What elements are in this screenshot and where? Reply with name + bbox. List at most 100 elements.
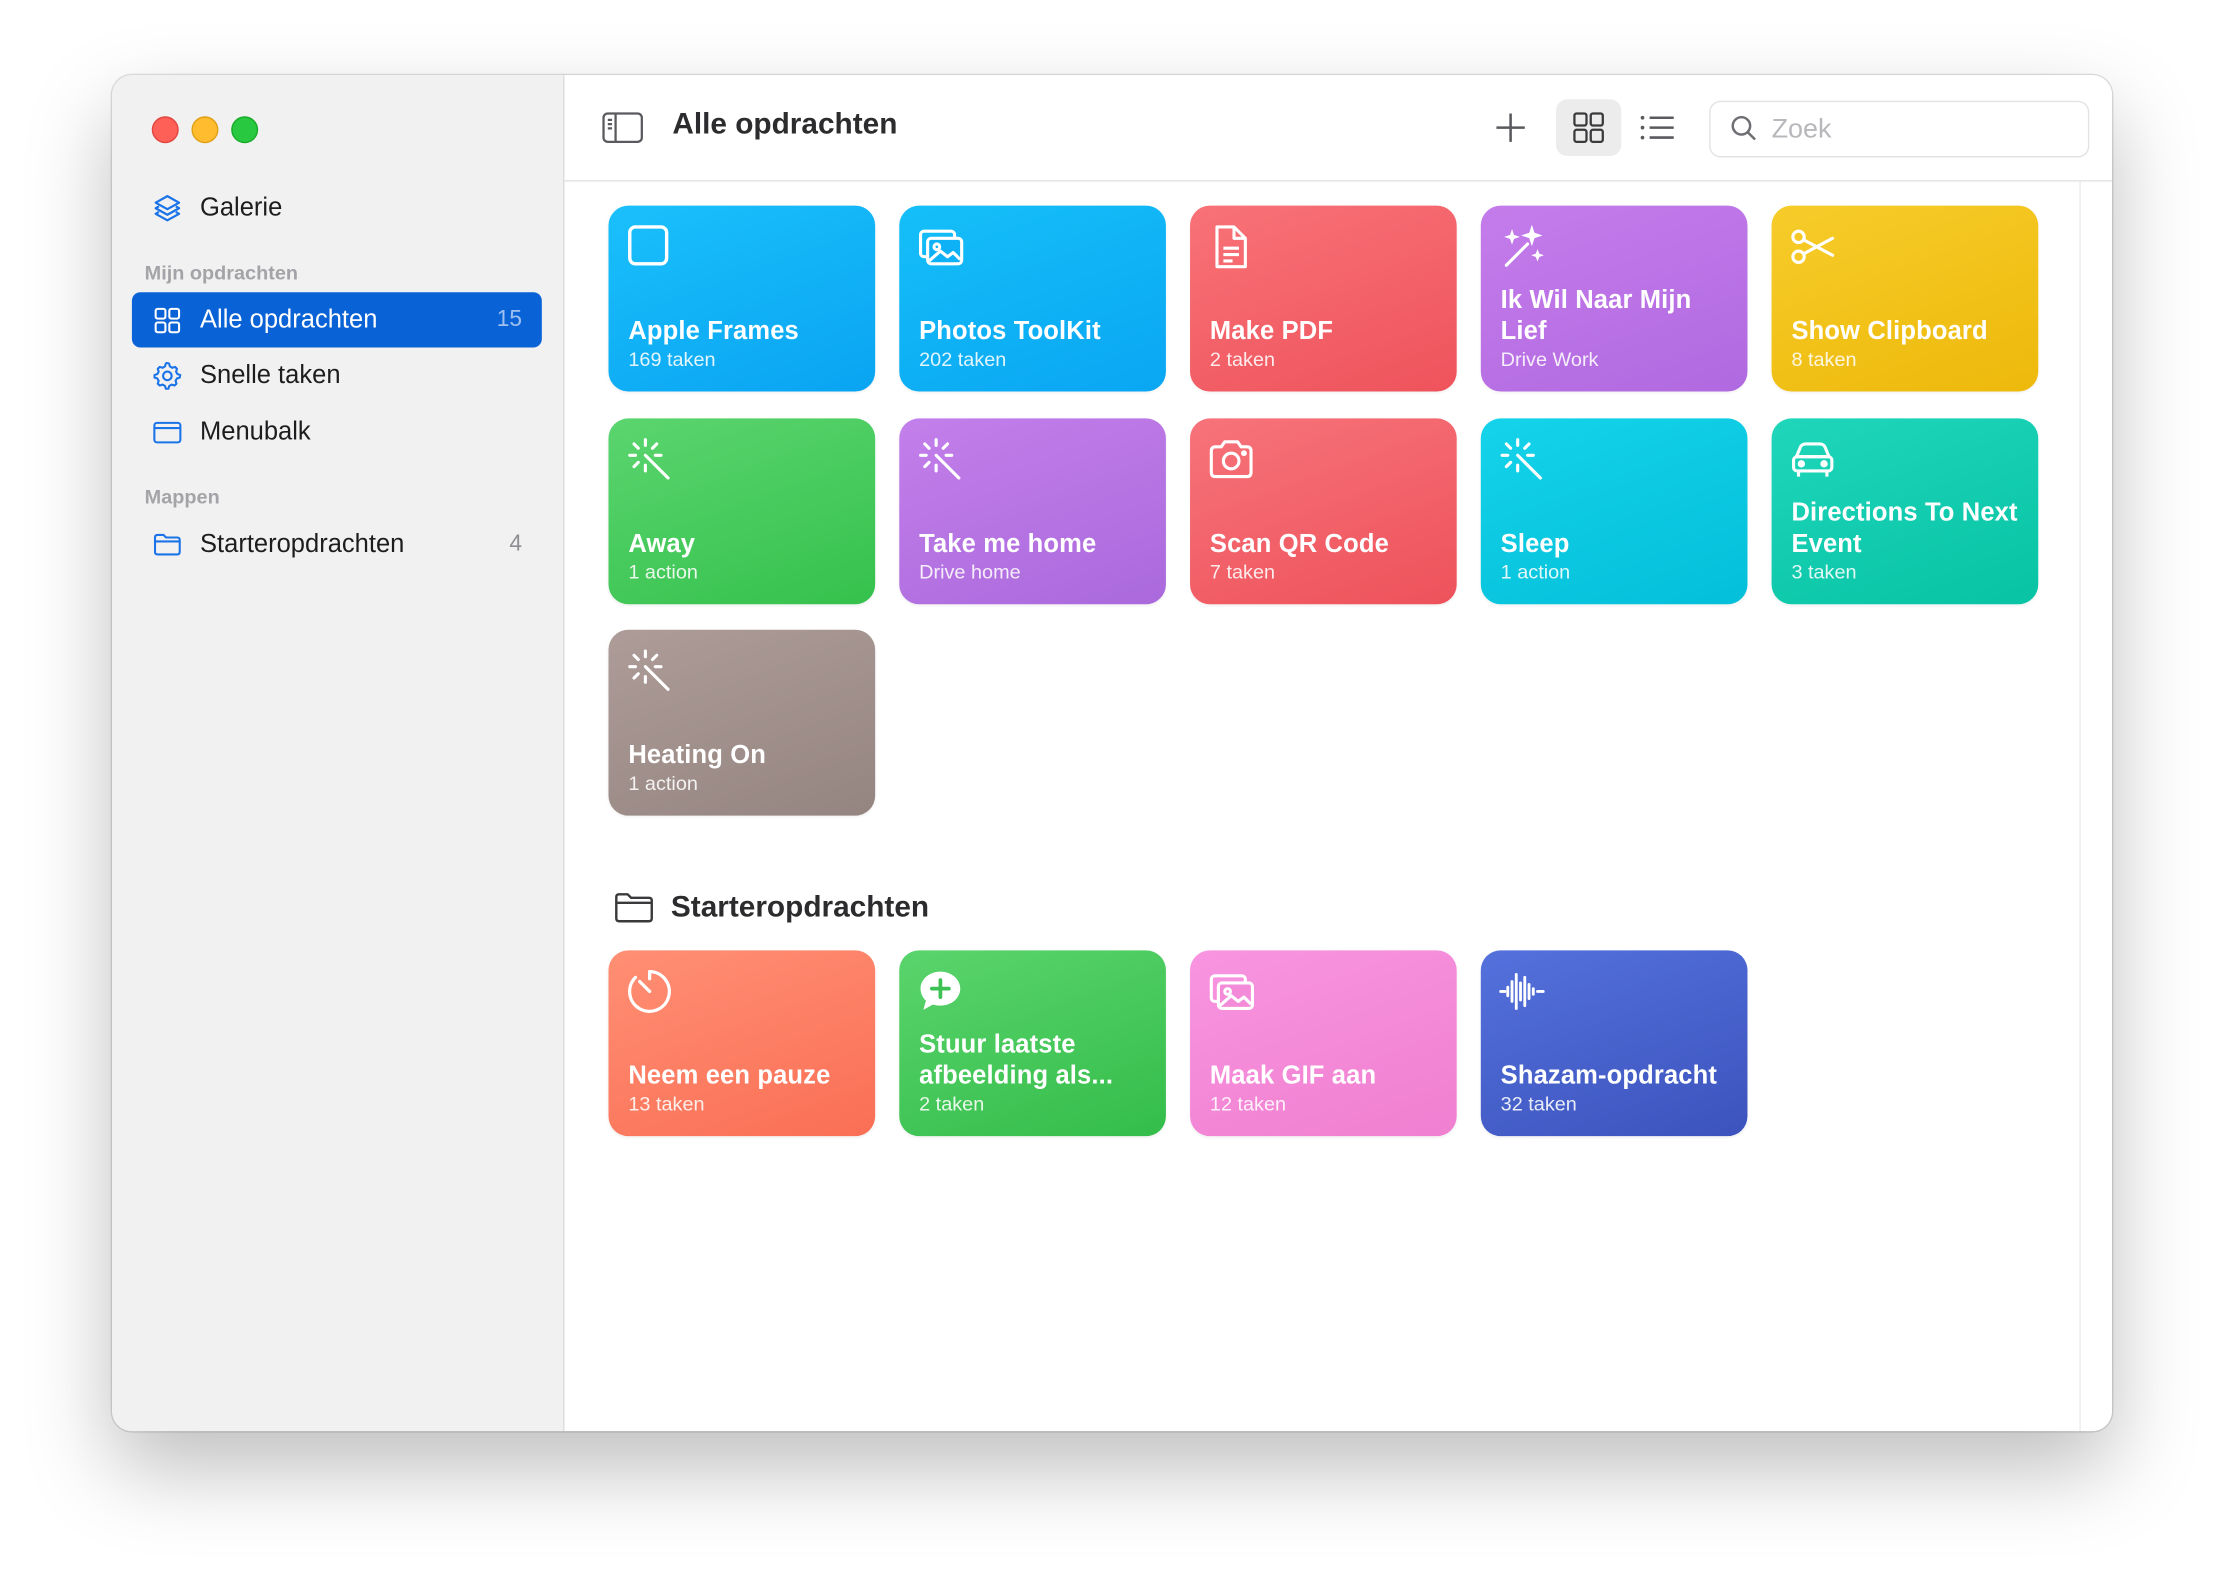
tile-subtitle: 2 taken <box>1209 347 1276 371</box>
magic-wand-icon <box>626 435 674 483</box>
sidebar-item-label: Galerie <box>199 192 283 222</box>
tile-subtitle: 1 action <box>628 771 698 795</box>
timer-icon <box>626 967 674 1015</box>
tile-title: Heating On <box>628 740 766 769</box>
list-view-button[interactable] <box>1633 104 1681 152</box>
tile-title: Maak GIF aan <box>1209 1060 1377 1090</box>
search-icon <box>1731 115 1756 141</box>
shortcut-tile-away[interactable]: Away 1 action <box>608 418 876 605</box>
tile-subtitle: 12 taken <box>1209 1092 1287 1115</box>
tile-subtitle: 13 taken <box>628 1092 705 1115</box>
zoom-window-button[interactable] <box>231 116 259 144</box>
tile-subtitle: 1 action <box>1500 560 1571 583</box>
tile-title: Shazam-opdracht <box>1500 1060 1718 1090</box>
shortcut-tile-show-clipboard[interactable]: Show Clipboard 8 taken <box>1771 205 2039 392</box>
sidebar-item-label: Starteropdrachten <box>199 529 405 558</box>
shortcut-tile-ik-wil-naar-mijn-lief[interactable]: Ik Wil Naar Mijn Lief Drive Work <box>1480 205 1748 392</box>
sidebar-item-count: 15 <box>496 307 522 332</box>
shortcuts-window: Galerie Mijn opdrachten Alle opdrachten … <box>112 75 2112 1432</box>
shortcut-tile-neem-een-pauze[interactable]: Neem een pauze 13 taken <box>608 950 876 1137</box>
shortcut-tile-sleep[interactable]: Sleep 1 action <box>1480 418 1748 605</box>
camera-icon <box>1207 435 1255 483</box>
stage: Galerie Mijn opdrachten Alle opdrachten … <box>0 0 2224 1580</box>
tile-subtitle: 1 action <box>628 560 698 583</box>
magic-wand-icon <box>916 435 964 483</box>
sparkles-icon <box>1498 223 1546 271</box>
sidebar-item-folder-starter[interactable]: Starteropdrachten 4 <box>132 516 542 571</box>
sidebar: Galerie Mijn opdrachten Alle opdrachten … <box>112 75 565 1432</box>
close-window-button[interactable] <box>151 116 179 144</box>
tile-title: Scan QR Code <box>1209 529 1389 558</box>
folder-icon <box>152 528 183 559</box>
photos-icon <box>916 223 964 271</box>
sidebar-item-quick-actions[interactable]: Snelle taken <box>132 348 542 403</box>
car-icon <box>1789 435 1837 483</box>
tile-title: Take me home <box>919 529 1097 558</box>
tile-subtitle: Drive home <box>919 560 1021 583</box>
sidebar-item-label: Snelle taken <box>199 360 341 389</box>
tile-title: Stuur laatste afbeelding als... <box>919 1029 1114 1090</box>
sidebar-item-count: 4 <box>509 531 522 556</box>
tile-title: Photos ToolKit <box>919 316 1101 345</box>
tile-title: Show Clipboard <box>1791 316 1988 345</box>
grid-icon <box>152 304 183 335</box>
tile-title: Ik Wil Naar Mijn Lief <box>1500 285 1692 345</box>
shortcut-tile-shazam-opdracht[interactable]: Shazam-opdracht 32 taken <box>1480 950 1748 1137</box>
minimize-window-button[interactable] <box>191 116 219 144</box>
tile-title: Apple Frames <box>628 316 799 345</box>
sidebar-item-label: Menubalk <box>199 417 311 446</box>
tile-title: Make PDF <box>1209 316 1334 345</box>
shortcut-tile-maak-gif-aan[interactable]: Maak GIF aan 12 taken <box>1190 950 1457 1137</box>
sidebar-item-menu-bar[interactable]: Menubalk <box>132 404 542 459</box>
scissors-icon <box>1789 223 1837 271</box>
tile-subtitle: 2 taken <box>919 1092 985 1115</box>
tile-subtitle: 169 taken <box>628 347 716 371</box>
shortcut-tile-stuur-laatste-afbeelding[interactable]: Stuur laatste afbeelding als... 2 taken <box>899 950 1166 1137</box>
folder-section-heading: Starteropdrachten <box>614 888 929 928</box>
gallery-layers-icon <box>152 192 183 223</box>
sidebar-item-all-shortcuts[interactable]: Alle opdrachten 15 <box>131 292 542 348</box>
shortcut-tile-heating-on[interactable]: Heating On 1 action <box>608 629 876 816</box>
tile-subtitle: Drive Work <box>1500 347 1599 371</box>
tile-subtitle: 8 taken <box>1791 347 1857 371</box>
main-content: Alle opdrachten Zoek Apple Frames 169 ta… <box>564 75 2112 1432</box>
scroll-track <box>2079 181 2081 1432</box>
shortcut-tile-directions-to-next-event[interactable]: Directions To Next Event 3 taken <box>1771 418 2039 605</box>
search-field[interactable] <box>1709 100 2090 159</box>
list-view-icon <box>1640 115 1674 140</box>
tile-title: Neem een pauze <box>628 1060 831 1090</box>
sidebar-item-gallery[interactable]: Galerie <box>132 180 542 235</box>
tile-title: Directions To Next Event <box>1791 497 2018 558</box>
tile-title: Away <box>628 529 696 558</box>
sidebar-toggle-icon <box>602 112 643 143</box>
shortcut-tile-scan-qr-code[interactable]: Scan QR Code 7 taken <box>1190 418 1457 605</box>
tile-subtitle: 202 taken <box>919 347 1007 371</box>
search-input[interactable] <box>1768 102 2073 159</box>
add-shortcut-button[interactable] <box>1489 106 1532 149</box>
grid-view-button[interactable] <box>1555 99 1622 157</box>
section-header-folders: Mappen <box>144 485 220 508</box>
shortcut-tile-take-me-home[interactable]: Take me home Drive home <box>899 418 1166 605</box>
document-icon <box>1207 223 1255 271</box>
sidebar-item-label: Alle opdrachten <box>199 304 378 334</box>
tile-title: Sleep <box>1500 529 1570 558</box>
menu-bar-icon <box>152 416 183 447</box>
tile-subtitle: 3 taken <box>1791 560 1857 583</box>
page-title: Alle opdrachten <box>672 107 898 141</box>
tile-subtitle: 7 taken <box>1209 560 1276 583</box>
shortcut-tile-apple-frames[interactable]: Apple Frames 169 taken <box>608 205 876 392</box>
toolbar: Alle opdrachten <box>564 75 2112 182</box>
section-header-my-shortcuts: Mijn opdrachten <box>144 260 299 284</box>
tile-subtitle: 32 taken <box>1500 1092 1577 1115</box>
folder-section-title: Starteropdrachten <box>670 890 930 924</box>
folder-icon <box>615 893 653 923</box>
message-plus-icon <box>916 967 964 1015</box>
magic-wand-icon <box>626 647 674 695</box>
magic-wand-icon <box>1498 435 1546 483</box>
shortcut-tile-make-pdf[interactable]: Make PDF 2 taken <box>1190 205 1457 392</box>
shortcut-tile-photos-toolkit[interactable]: Photos ToolKit 202 taken <box>899 205 1166 392</box>
photos-icon <box>1207 967 1255 1015</box>
square-icon <box>626 223 674 271</box>
waveform-icon <box>1498 967 1546 1015</box>
sidebar-toggle-button[interactable] <box>601 109 644 146</box>
